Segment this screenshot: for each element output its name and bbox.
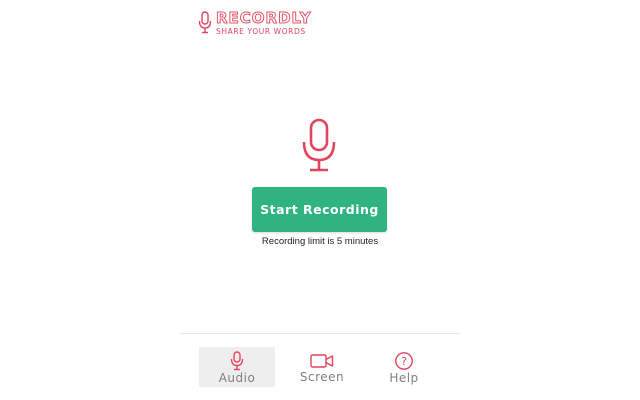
tab-help-label: Help: [389, 371, 419, 385]
logo-tagline: SHARE YOUR WORDS: [216, 27, 306, 36]
tab-screen-label: Screen: [299, 370, 345, 384]
tab-screen[interactable]: Screen: [291, 347, 353, 387]
tab-help[interactable]: ? Help: [377, 347, 431, 387]
video-camera-icon: [310, 354, 334, 368]
recording-limit-text: Recording limit is 5 minutes: [261, 236, 379, 247]
divider: [180, 333, 460, 334]
tab-audio-label: Audio: [218, 371, 256, 385]
microphone-icon: [230, 351, 244, 371]
svg-text:?: ?: [401, 355, 407, 368]
start-recording-button[interactable]: Start Recording: [252, 187, 387, 232]
logo-brand: RECORDLY: [216, 9, 312, 27]
tab-audio[interactable]: Audio: [199, 347, 275, 387]
microphone-icon: [302, 118, 336, 172]
app-logo: RECORDLY SHARE YOUR WORDS: [198, 9, 312, 37]
logo-text: RECORDLY SHARE YOUR WORDS: [216, 9, 312, 36]
logo-microphone-icon: [198, 11, 212, 34]
help-icon: ?: [395, 352, 413, 370]
